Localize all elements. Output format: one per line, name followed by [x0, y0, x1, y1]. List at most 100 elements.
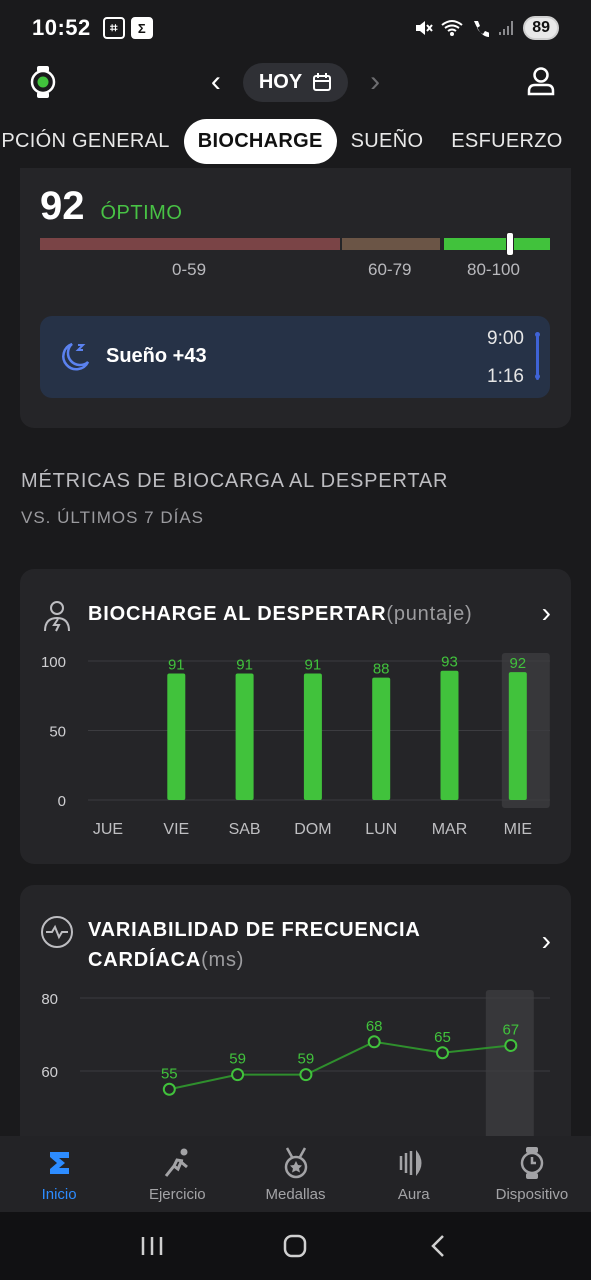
x-tick-label: SAB: [229, 821, 261, 838]
bar: [440, 670, 459, 800]
sigma-home-icon: [50, 1151, 70, 1174]
bar-value-label: 93: [441, 654, 458, 671]
top-bar: ‹ HOY ›: [0, 58, 591, 106]
section-subtitle: VS. ÚLTIMOS 7 DÍAS: [21, 508, 205, 527]
sleep-label: Sueño +43: [106, 345, 207, 367]
point-value-label: 65: [434, 1029, 451, 1046]
nav-exercise-label: Ejercicio: [148, 1185, 206, 1203]
moon-icon: [62, 342, 90, 371]
bar: [235, 673, 254, 800]
y-tick-label: 0: [58, 793, 66, 810]
range-low-segment: [40, 238, 340, 250]
point-value-label: 55: [161, 1065, 178, 1082]
status-notification-icons: ⌗ Σ: [102, 17, 153, 39]
nav-medals[interactable]: Medallas: [236, 1136, 354, 1212]
profile-icon[interactable]: [527, 66, 555, 96]
score-value: 92: [40, 184, 85, 228]
data-point: [299, 1068, 313, 1082]
date-selector[interactable]: HOY: [242, 62, 349, 102]
x-tick-label: VIE: [163, 821, 189, 838]
y-tick-label: 80: [41, 991, 58, 1008]
sleep-contribution[interactable]: Sueño +43 9:00 1:16: [40, 316, 550, 398]
series-line: [169, 1040, 511, 1091]
score-marker: [506, 232, 514, 256]
tab-overview[interactable]: CRIPCIÓN GENERAL: [0, 130, 184, 153]
aura-icon: [399, 1149, 422, 1176]
x-tick-label: DOM: [294, 821, 331, 838]
score-status: ÓPTIMO: [100, 202, 183, 224]
range-high-label: 80-100: [467, 260, 520, 279]
y-tick-label: 60: [41, 1064, 58, 1081]
biocharge-score-card: 92 ÓPTIMO 0-59 60-79 80-100 Sueño +43 9:…: [20, 168, 571, 428]
sleep-end-dot: [535, 374, 540, 379]
tab-sleep[interactable]: SUEÑO: [337, 130, 438, 153]
bar-value-label: 91: [305, 657, 322, 674]
bottom-navigation: Inicio Ejercicio Medallas Aura Dispositi…: [0, 1136, 591, 1212]
back-icon[interactable]: [426, 1233, 452, 1259]
home-icon[interactable]: [282, 1233, 308, 1259]
point-value-label: 59: [229, 1051, 246, 1068]
bar: [167, 673, 186, 800]
status-right: 89: [413, 16, 559, 40]
medal-icon: [284, 1146, 307, 1178]
sleep-start-dot: [535, 332, 540, 337]
status-bar: 10:52 ⌗ Σ 89: [0, 0, 591, 56]
system-navigation-bar: [0, 1212, 591, 1280]
range-low-label: 0-59: [172, 260, 207, 279]
nav-aura[interactable]: Aura: [355, 1136, 473, 1212]
score-range-bar: [40, 232, 550, 256]
sleep-end-time: 1:16: [487, 366, 524, 387]
nav-home[interactable]: Inicio: [0, 1136, 118, 1212]
biocharge-chart-card: BIOCHARGE AL DESPERTAR(puntaje) › 0 50 100…: [20, 569, 571, 864]
y-tick-label: 50: [49, 724, 66, 741]
bar: [303, 673, 322, 800]
wifi-icon: [441, 20, 463, 36]
x-tick-label: JUE: [93, 821, 123, 838]
data-point: [504, 1038, 518, 1052]
screenshot-icon: ⌗: [102, 17, 125, 39]
section-title: MÉTRICAS DE BIOCARGA AL DESPERTAR: [21, 470, 449, 492]
battery-indicator: 89: [523, 16, 559, 40]
nav-device-label: Dispositivo: [495, 1185, 569, 1203]
nav-home-label: Inicio: [41, 1185, 77, 1203]
data-point: [436, 1046, 449, 1060]
bar: [372, 677, 391, 800]
bar-value-label: 91: [236, 657, 253, 674]
next-day-button[interactable]: ›: [370, 67, 380, 97]
range-mid-segment: [342, 238, 440, 250]
bar-value-label: 92: [509, 655, 526, 672]
range-high-segment: [444, 238, 550, 250]
tab-biocharge[interactable]: BIOCHARGE: [183, 118, 337, 164]
nav-medals-label: Medallas: [265, 1185, 326, 1203]
recent-apps-icon[interactable]: [139, 1233, 165, 1259]
running-icon: [165, 1148, 189, 1177]
data-point: [231, 1068, 245, 1082]
calendar-icon: [313, 73, 332, 91]
point-value-label: 67: [502, 1021, 519, 1038]
score-row: 92 ÓPTIMO: [40, 184, 182, 229]
tab-effort[interactable]: ESFUERZO: [437, 130, 576, 153]
date-label: HOY: [258, 70, 303, 93]
x-tick-label: MIE: [504, 821, 532, 838]
data-point: [162, 1082, 176, 1096]
point-value-label: 59: [298, 1051, 315, 1068]
date-navigator: ‹ HOY ›: [211, 62, 380, 102]
nav-exercise[interactable]: Ejercicio: [118, 1136, 236, 1212]
nav-device[interactable]: Dispositivo: [473, 1136, 591, 1212]
section-tabs: CRIPCIÓN GENERAL BIOCHARGE SUEÑO ESFUERZ…: [0, 117, 591, 165]
bar-value-label: 88: [373, 661, 390, 678]
nav-aura-label: Aura: [397, 1185, 430, 1203]
app-notification-icon: Σ: [130, 17, 153, 39]
point-value-label: 68: [366, 1018, 383, 1035]
status-time: 10:52: [32, 15, 91, 40]
watch-icon[interactable]: [30, 66, 56, 98]
biocharge-bar-chart: 0 50 100 JUE VIE 91 SAB 91 DOM 91 LUN 88 MAR 93 MIE 92: [41, 653, 550, 838]
range-mid-label: 60-79: [368, 260, 412, 279]
signal-icon: [499, 21, 514, 35]
previous-day-button[interactable]: ‹: [211, 67, 221, 97]
y-tick-label: 100: [41, 654, 66, 671]
sleep-start-time: 9:00: [487, 328, 524, 349]
smartwatch-icon: [520, 1146, 544, 1179]
data-point: [367, 1035, 381, 1049]
bar-value-label: 91: [168, 657, 185, 674]
